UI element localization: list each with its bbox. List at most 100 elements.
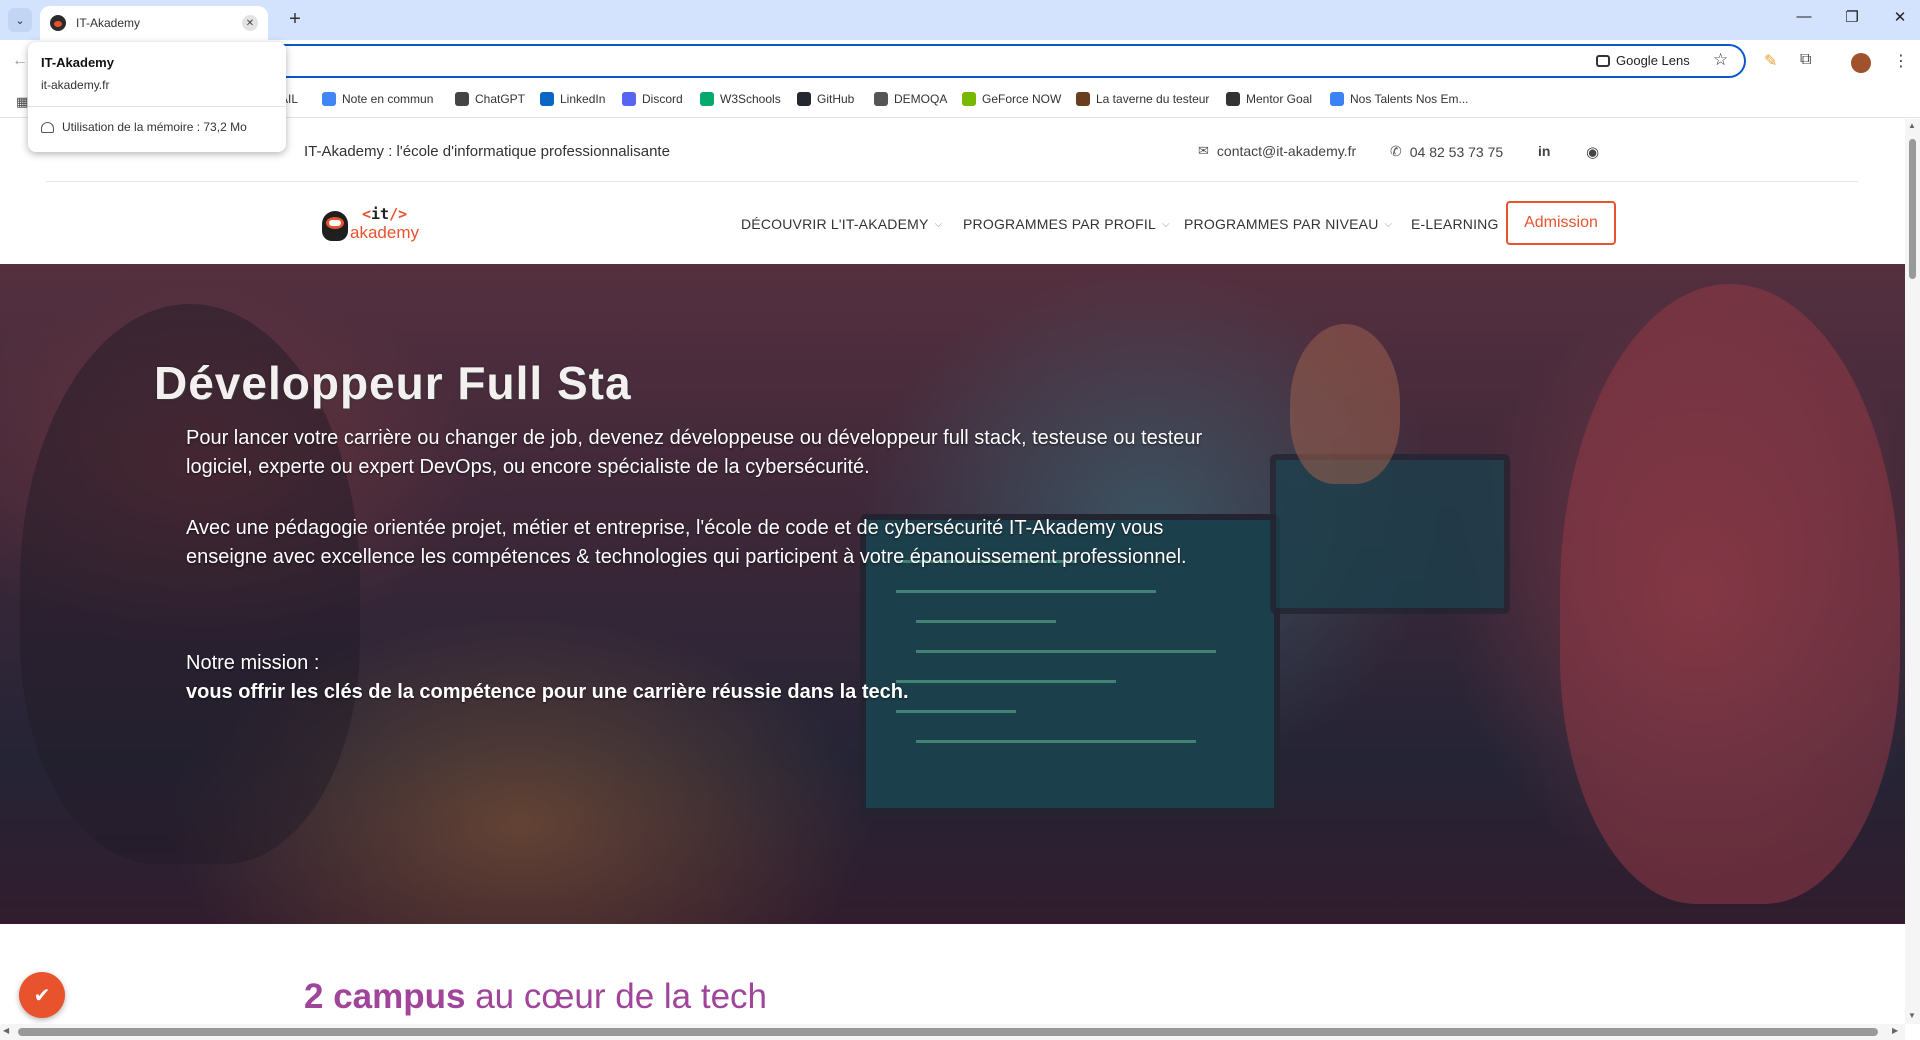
bookmark-item[interactable]: Nos Talents Nos Em... bbox=[1330, 92, 1469, 106]
contact-email-link[interactable]: ✉ contact@it-akademy.fr bbox=[1198, 143, 1356, 159]
bookmark-favicon-icon bbox=[540, 92, 554, 106]
bookmark-item[interactable]: W3Schools bbox=[700, 92, 781, 106]
logo-name-text: akademy bbox=[350, 223, 419, 242]
bookmark-label: Nos Talents Nos Em... bbox=[1350, 92, 1469, 106]
bookmark-label: Discord bbox=[642, 92, 683, 106]
bookmark-favicon-icon bbox=[1226, 92, 1240, 106]
bookmark-favicon-icon bbox=[622, 92, 636, 106]
hover-card-divider bbox=[28, 106, 286, 107]
restore-icon[interactable]: ❐ bbox=[1842, 8, 1862, 26]
scroll-down-icon[interactable]: ▼ bbox=[1908, 1011, 1916, 1020]
bookmark-label: GeForce NOW bbox=[982, 92, 1062, 106]
envelope-icon: ✉ bbox=[1198, 143, 1209, 158]
contact-email: contact@it-akademy.fr bbox=[1216, 143, 1357, 159]
nav-item-programmes-niveau[interactable]: PROGRAMMES PAR NIVEAU ⌵ bbox=[1184, 216, 1392, 232]
chat-check-icon: ✔ bbox=[33, 984, 51, 1007]
bookmark-item[interactable]: DEMOQA bbox=[874, 92, 947, 106]
vertical-scroll-thumb[interactable] bbox=[1909, 139, 1916, 279]
bookmark-item[interactable]: LinkedIn bbox=[540, 92, 605, 106]
profile-avatar[interactable] bbox=[1851, 53, 1871, 73]
site-favicon-icon bbox=[50, 15, 66, 31]
scroll-left-icon[interactable]: ◀ bbox=[3, 1026, 9, 1035]
bookmark-item[interactable]: Discord bbox=[622, 92, 683, 106]
google-lens-label: Google Lens bbox=[1616, 53, 1690, 68]
hover-card-url: it-akademy.fr bbox=[41, 78, 110, 92]
logo-code-text: <it/> bbox=[362, 205, 408, 223]
bookmark-item[interactable]: La taverne du testeur bbox=[1076, 92, 1209, 106]
linkedin-icon[interactable]: in bbox=[1538, 143, 1550, 159]
new-tab-button[interactable]: + bbox=[283, 8, 307, 32]
apps-grid-icon[interactable]: ▦ bbox=[16, 94, 28, 110]
bookmark-item[interactable]: GitHub bbox=[797, 92, 854, 106]
vertical-scrollbar[interactable]: ▲ ▼ bbox=[1905, 119, 1920, 1024]
tab-hover-card: IT-Akademy it-akademy.fr Utilisation de … bbox=[28, 42, 286, 152]
bookmark-item[interactable]: Note en commun bbox=[322, 92, 433, 106]
bookmark-label: GitHub bbox=[817, 92, 855, 106]
horizontal-scroll-thumb[interactable] bbox=[18, 1028, 1878, 1036]
hero-mission-text: vous offrir les clés de la compétence po… bbox=[186, 681, 909, 703]
hover-card-memory: Utilisation de la mémoire : 73,2 Mo bbox=[41, 120, 247, 134]
horizontal-scrollbar[interactable]: ◀ ▶ bbox=[0, 1024, 1905, 1040]
bookmark-favicon-icon bbox=[1330, 92, 1344, 106]
memory-gauge-icon bbox=[41, 121, 54, 133]
camera-icon bbox=[1596, 54, 1610, 67]
bookmark-item[interactable]: ChatGPT bbox=[455, 92, 525, 106]
page-viewport: IT-Akademy : l'école d'informatique prof… bbox=[0, 119, 1905, 1024]
phone-icon: ✆ bbox=[1390, 143, 1402, 159]
bookmark-favicon-icon bbox=[874, 92, 888, 106]
bookmark-favicon-icon bbox=[455, 92, 469, 106]
nav-item-decouvrir[interactable]: DÉCOUVRIR L'IT-AKADEMY ⌵ bbox=[741, 216, 942, 232]
browser-tab[interactable]: IT-Akademy ✕ bbox=[40, 6, 268, 40]
admission-button[interactable]: Admission bbox=[1506, 201, 1616, 245]
bookmark-item[interactable]: Mentor Goal bbox=[1226, 92, 1312, 106]
tab-title: IT-Akademy bbox=[76, 16, 141, 30]
extensions-puzzle-icon[interactable]: ⧉ bbox=[1800, 51, 1811, 69]
bookmark-favicon-icon bbox=[322, 92, 336, 106]
tab-search-chevron-icon[interactable]: ⌄ bbox=[8, 8, 32, 32]
bookmark-label: La taverne du testeur bbox=[1096, 92, 1210, 106]
hero-mission-label: Notre mission : bbox=[186, 652, 320, 674]
google-lens-button[interactable]: Google Lens bbox=[1596, 53, 1690, 68]
bookmark-star-icon[interactable]: ☆ bbox=[1713, 50, 1728, 70]
nav-item-programmes-profil[interactable]: PROGRAMMES PAR PROFIL ⌵ bbox=[963, 216, 1170, 232]
bookmark-label: Note en commun bbox=[342, 92, 434, 106]
bookmark-item[interactable]: GeForce NOW bbox=[962, 92, 1061, 106]
address-bar[interactable] bbox=[270, 44, 1746, 78]
contact-phone: 04 82 53 73 75 bbox=[1409, 143, 1504, 160]
hero-paragraph-2: Avec une pédagogie orientée projet, méti… bbox=[186, 517, 1187, 568]
bookmark-label: ChatGPT bbox=[475, 92, 526, 106]
window-close-icon[interactable]: ✕ bbox=[1890, 8, 1910, 26]
bookmark-label: LinkedIn bbox=[560, 92, 606, 106]
bookmark-favicon-icon bbox=[1076, 92, 1090, 106]
hero-title: Développeur Full Sta bbox=[154, 357, 632, 409]
chat-widget-button[interactable]: ✔ bbox=[19, 972, 65, 1018]
back-arrow-icon[interactable]: ← bbox=[12, 52, 28, 70]
bookmark-favicon-icon bbox=[700, 92, 714, 106]
chevron-down-icon: ⌵ bbox=[934, 218, 943, 230]
contact-phone-link[interactable]: ✆ 04 82 53 73 75 bbox=[1390, 143, 1503, 160]
hero-banner: Développeur Full Sta Pour lancer votre c… bbox=[0, 264, 1905, 924]
bookmark-label: DEMOQA bbox=[894, 92, 948, 106]
site-tagline: IT-Akademy : l'école d'informatique prof… bbox=[304, 143, 670, 160]
browser-menu-icon[interactable]: ⋮ bbox=[1893, 51, 1909, 71]
bookmark-label: Mentor Goal bbox=[1246, 92, 1313, 106]
hero-paragraph-1: Pour lancer votre carrière ou changer de… bbox=[186, 427, 1203, 478]
owl-logo-icon bbox=[322, 211, 348, 241]
bookmark-favicon-icon bbox=[962, 92, 976, 106]
tab-close-icon[interactable]: ✕ bbox=[242, 15, 258, 31]
chevron-down-icon: ⌵ bbox=[1161, 218, 1170, 230]
nav-item-elearning[interactable]: E-LEARNING bbox=[1411, 216, 1499, 232]
hover-card-title: IT-Akademy bbox=[41, 55, 114, 70]
campus-heading: 2 campus au cœur de la tech bbox=[304, 977, 768, 1016]
scroll-right-icon[interactable]: ▶ bbox=[1892, 1026, 1898, 1035]
pen-extension-icon[interactable]: ✎ bbox=[1764, 51, 1777, 71]
tab-strip: ⌄ IT-Akademy ✕ + — ❐ ✕ bbox=[0, 0, 1920, 40]
bookmark-label: W3Schools bbox=[720, 92, 781, 106]
chevron-down-icon: ⌵ bbox=[1384, 218, 1393, 230]
bookmark-favicon-icon bbox=[797, 92, 811, 106]
minimize-icon[interactable]: — bbox=[1794, 8, 1814, 25]
topbar-divider bbox=[46, 181, 1858, 182]
site-logo[interactable]: <it/> akademy bbox=[322, 203, 422, 247]
scroll-up-icon[interactable]: ▲ bbox=[1908, 121, 1916, 130]
github-icon[interactable]: ◉ bbox=[1586, 143, 1599, 161]
